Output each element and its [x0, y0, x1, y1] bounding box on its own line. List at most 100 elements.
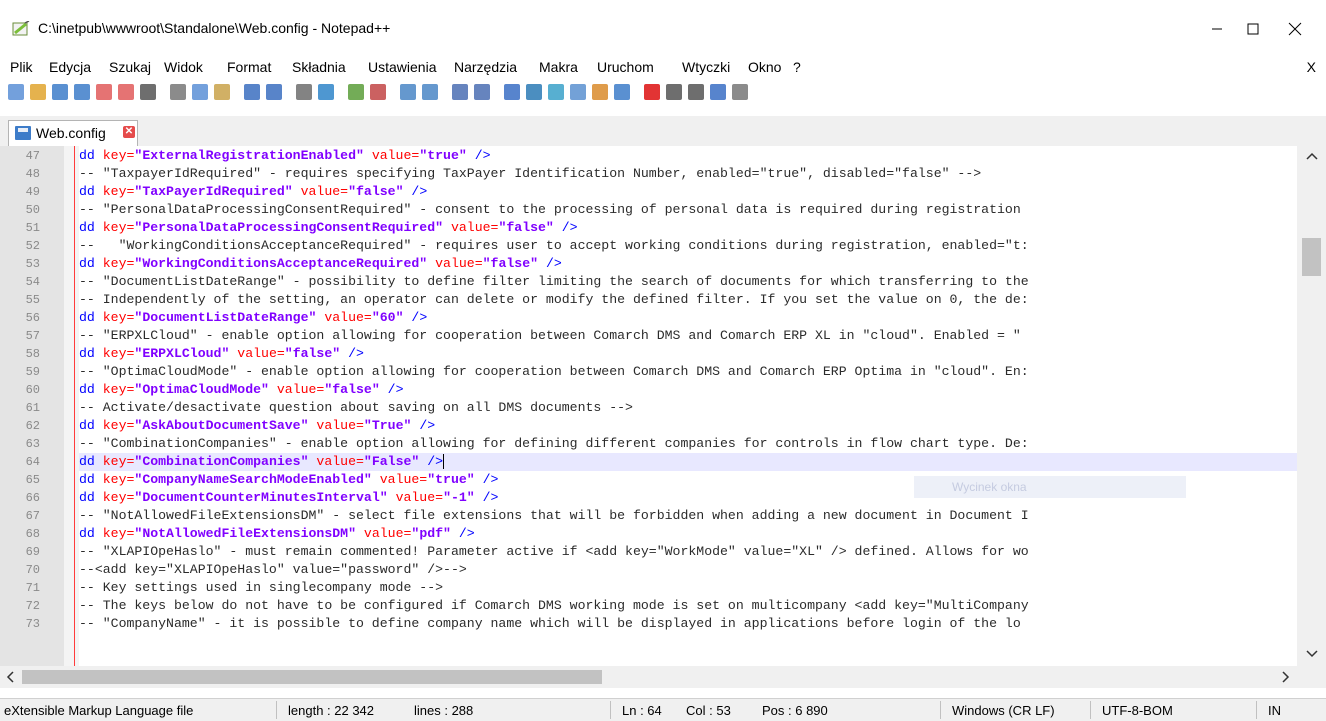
menu-item-10[interactable]: Uruchom [597, 59, 654, 75]
save-macro-icon[interactable] [732, 84, 748, 100]
undo-icon[interactable] [244, 84, 260, 100]
find-icon[interactable] [296, 84, 312, 100]
status-insert-mode: IN [1268, 703, 1281, 718]
menu-item-2[interactable]: Edycja [49, 59, 91, 75]
menu-item-7[interactable]: Ustawienia [368, 59, 436, 75]
menu-item-9[interactable]: Makra [539, 59, 578, 75]
run-macro-multiple-icon[interactable] [710, 84, 726, 100]
code-line[interactable]: dd key="ExternalRegistrationEnabled" val… [79, 147, 1297, 165]
code-line[interactable]: dd key="PersonalDataProcessingConsentReq… [79, 219, 1297, 237]
indent-guide-icon[interactable] [504, 84, 520, 100]
code-line[interactable]: -- "TaxpayerIdRequired" - requires speci… [79, 165, 1297, 183]
menu-item-5[interactable]: Format [227, 59, 271, 75]
print-icon[interactable] [140, 84, 156, 100]
line-number: 49 [25, 185, 40, 199]
close-window-button[interactable] [1272, 14, 1318, 44]
menu-item-1[interactable]: Plik [10, 59, 33, 75]
code-line[interactable]: -- Key settings used in singlecompany mo… [79, 579, 1297, 597]
monitoring-icon[interactable] [614, 84, 630, 100]
function-list-icon[interactable] [570, 84, 586, 100]
line-number: 58 [25, 347, 40, 361]
vertical-scroll-thumb[interactable] [1302, 238, 1321, 276]
copy-icon[interactable] [192, 84, 208, 100]
line-number: 55 [25, 293, 40, 307]
menu-item-3[interactable]: Szukaj [109, 59, 151, 75]
close-document-menu-button[interactable]: X [1307, 59, 1316, 75]
code-line[interactable]: -- "DocumentListDateRange" - possibility… [79, 273, 1297, 291]
code-line[interactable]: dd key="WorkingConditionsAcceptanceRequi… [79, 255, 1297, 273]
menu-item-4[interactable]: Widok [164, 59, 203, 75]
code-line[interactable]: -- The keys below do not have to be conf… [79, 597, 1297, 615]
code-line[interactable]: -- "OptimaCloudMode" - enable option all… [79, 363, 1297, 381]
menu-item-6[interactable]: Składnia [292, 59, 346, 75]
token-tag: dd [79, 148, 103, 163]
save-all-icon[interactable] [74, 84, 90, 100]
record-macro-icon[interactable] [644, 84, 660, 100]
fold-margin[interactable] [64, 146, 79, 666]
code-line[interactable]: dd key="OptimaCloudMode" value="false" /… [79, 381, 1297, 399]
save-icon[interactable] [52, 84, 68, 100]
menu-item-8[interactable]: Narzędzia [454, 59, 517, 75]
close-icon[interactable] [96, 84, 112, 100]
open-file-icon[interactable] [30, 84, 46, 100]
replace-icon[interactable] [318, 84, 334, 100]
code-line[interactable]: -- "CompanyName" - it is possible to def… [79, 615, 1297, 633]
zoom-out-icon[interactable] [370, 84, 386, 100]
token-tag: dd [79, 418, 103, 433]
menu-item-13[interactable]: ? [793, 59, 801, 75]
token-tag: /> [474, 490, 499, 505]
status-column: Col : 53 [686, 703, 731, 718]
current-code-line[interactable]: dd key="CombinationCompanies" value="Fal… [79, 453, 1297, 471]
code-line[interactable]: dd key="DocumentListDateRange" value="60… [79, 309, 1297, 327]
tab-web-config[interactable]: Web.config ✕ [8, 120, 138, 146]
paste-icon[interactable] [214, 84, 230, 100]
maximize-button[interactable] [1230, 14, 1276, 44]
redo-icon[interactable] [266, 84, 282, 100]
token-tag: dd [79, 382, 103, 397]
code-line[interactable]: -- "WorkingConditionsAcceptanceRequired"… [79, 237, 1297, 255]
cut-icon[interactable] [170, 84, 186, 100]
token-val: "DocumentCounterMinutesInterval" [134, 490, 388, 505]
folder-as-workspace-icon[interactable] [592, 84, 608, 100]
code-line[interactable]: -- "PersonalDataProcessingConsentRequire… [79, 201, 1297, 219]
scroll-down-icon[interactable] [1306, 650, 1318, 658]
line-number: 69 [25, 545, 40, 559]
stop-record-icon[interactable] [666, 84, 682, 100]
code-text-area[interactable]: dd key="ExternalRegistrationEnabled" val… [79, 146, 1297, 666]
show-all-chars-icon[interactable] [474, 84, 490, 100]
horizontal-scroll-thumb[interactable] [22, 670, 602, 684]
token-cmt: -- The keys below do not have to be conf… [79, 598, 1029, 613]
doc-map-icon[interactable] [548, 84, 564, 100]
tab-close-icon[interactable]: ✕ [123, 126, 135, 138]
sync-horizontal-icon[interactable] [422, 84, 438, 100]
udl-icon[interactable] [526, 84, 542, 100]
sync-vertical-icon[interactable] [400, 84, 416, 100]
scroll-left-icon[interactable] [6, 671, 14, 683]
code-line[interactable]: dd key="NotAllowedFileExtensionsDM" valu… [79, 525, 1297, 543]
code-line[interactable]: --<add key="XLAPIOpeHaslo" value="passwo… [79, 561, 1297, 579]
code-line[interactable]: dd key="ERPXLCloud" value="false" /> [79, 345, 1297, 363]
vertical-scrollbar[interactable] [1297, 146, 1326, 666]
token-val: "OptimaCloudMode" [134, 382, 269, 397]
scroll-right-icon[interactable] [1282, 671, 1290, 683]
scroll-up-icon[interactable] [1306, 152, 1318, 160]
new-file-icon[interactable] [8, 84, 24, 100]
zoom-in-icon[interactable] [348, 84, 364, 100]
code-line[interactable]: -- "CombinationCompanies" - enable optio… [79, 435, 1297, 453]
code-line[interactable]: -- "ERPXLCloud" - enable option allowing… [79, 327, 1297, 345]
code-line[interactable]: -- "NotAllowedFileExtensionsDM" - select… [79, 507, 1297, 525]
menu-item-12[interactable]: Okno [748, 59, 781, 75]
word-wrap-icon[interactable] [452, 84, 468, 100]
menu-item-11[interactable]: Wtyczki [682, 59, 730, 75]
token-tag: dd [79, 184, 103, 199]
code-line[interactable]: dd key="AskAboutDocumentSave" value="Tru… [79, 417, 1297, 435]
token-attr: value= [292, 184, 349, 199]
play-macro-icon[interactable] [688, 84, 704, 100]
code-line[interactable]: -- "XLAPIOpeHaslo" - must remain comment… [79, 543, 1297, 561]
code-line[interactable]: dd key="TaxPayerIdRequired" value="false… [79, 183, 1297, 201]
close-all-icon[interactable] [118, 84, 134, 100]
code-line[interactable]: -- Activate/desactivate question about s… [79, 399, 1297, 417]
code-line[interactable]: -- Independently of the setting, an oper… [79, 291, 1297, 309]
line-number: 65 [25, 473, 40, 487]
horizontal-scrollbar[interactable] [0, 666, 1297, 688]
